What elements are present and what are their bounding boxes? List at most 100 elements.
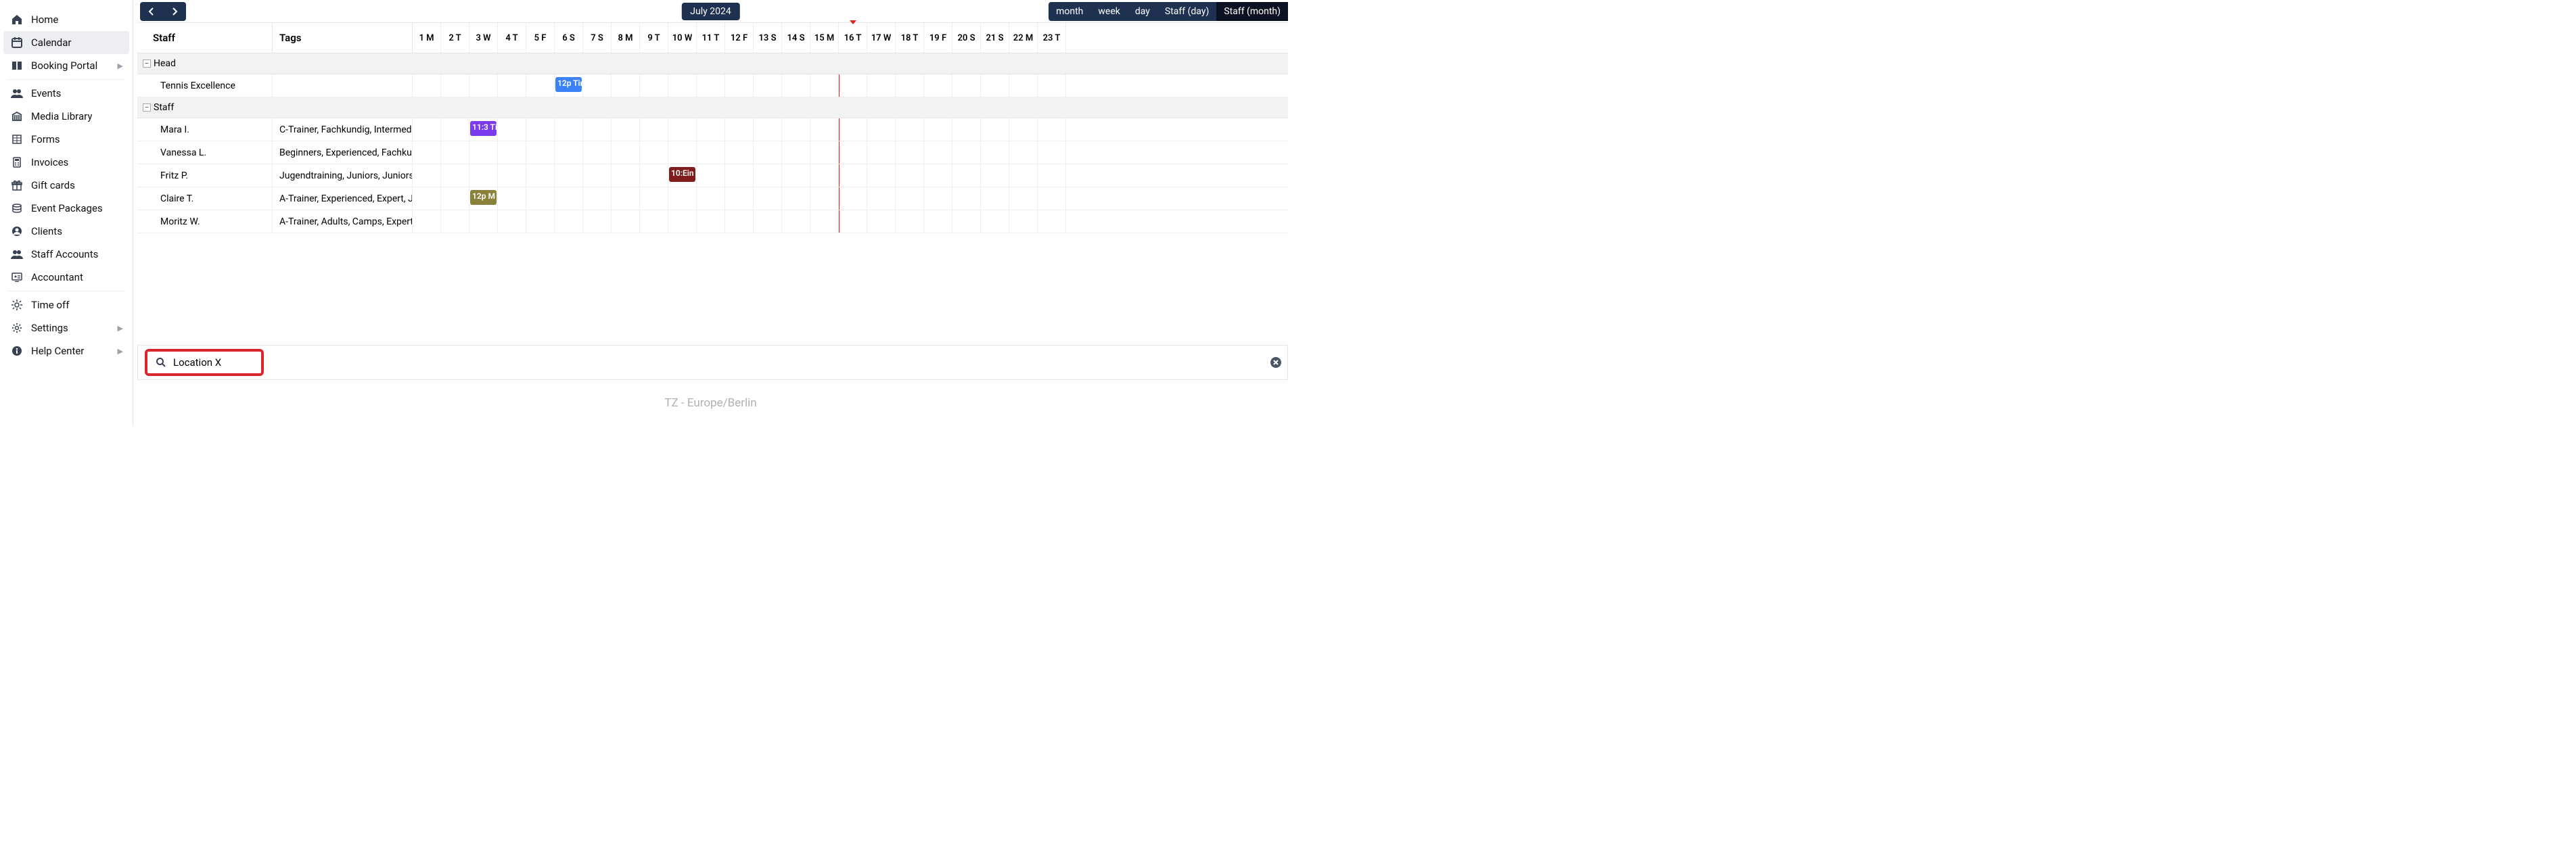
day-cell[interactable] <box>952 141 981 164</box>
group-row-staff[interactable]: −Staff <box>137 97 1288 118</box>
day-cell[interactable] <box>1009 118 1038 141</box>
staff-name-cell[interactable]: Tennis Excellence <box>137 74 273 97</box>
day-cell[interactable] <box>981 74 1009 97</box>
collapse-toggle-icon[interactable]: − <box>143 103 151 112</box>
view-tab-staff-day-[interactable]: Staff (day) <box>1157 2 1216 21</box>
day-cell[interactable] <box>867 187 896 210</box>
day-cell[interactable] <box>1038 74 1066 97</box>
day-cell[interactable] <box>612 210 640 233</box>
day-cell[interactable] <box>867 210 896 233</box>
day-cell[interactable] <box>952 74 981 97</box>
event-chip[interactable]: 12p Tin <box>555 77 582 92</box>
day-cell[interactable] <box>1009 141 1038 164</box>
day-cell[interactable] <box>413 210 441 233</box>
day-cell[interactable] <box>668 187 697 210</box>
day-cell[interactable] <box>697 187 725 210</box>
day-cell[interactable] <box>782 164 810 187</box>
day-cell[interactable] <box>810 118 839 141</box>
day-cell[interactable] <box>1038 118 1066 141</box>
day-cell[interactable] <box>612 141 640 164</box>
day-cell[interactable] <box>441 210 469 233</box>
sidebar-item-booking-portal[interactable]: Booking Portal▶ <box>0 54 133 77</box>
day-cell[interactable] <box>526 164 555 187</box>
day-cell[interactable] <box>810 141 839 164</box>
day-cell[interactable] <box>924 164 952 187</box>
day-cell[interactable] <box>1009 210 1038 233</box>
search-input[interactable] <box>173 356 254 369</box>
sidebar-item-time-off[interactable]: Time off <box>0 293 133 316</box>
day-cell[interactable] <box>1038 141 1066 164</box>
day-cell[interactable] <box>498 187 526 210</box>
day-cell[interactable]: 12p Tin <box>555 74 583 97</box>
day-cell[interactable] <box>952 164 981 187</box>
sidebar-item-settings[interactable]: Settings▶ <box>0 316 133 339</box>
day-cell[interactable] <box>526 187 555 210</box>
day-cell[interactable] <box>413 187 441 210</box>
day-cell[interactable] <box>697 141 725 164</box>
day-cell[interactable] <box>952 187 981 210</box>
day-cell[interactable] <box>498 164 526 187</box>
day-cell[interactable] <box>640 74 668 97</box>
day-cell[interactable] <box>1038 187 1066 210</box>
event-chip[interactable]: 12p M <box>470 190 497 205</box>
day-cell[interactable] <box>555 141 583 164</box>
day-cell[interactable] <box>668 141 697 164</box>
day-cell[interactable] <box>754 210 782 233</box>
day-cell[interactable] <box>498 141 526 164</box>
view-tab-staff-month-[interactable]: Staff (month) <box>1216 2 1288 21</box>
day-cell[interactable] <box>555 210 583 233</box>
staff-name-cell[interactable]: Claire T. <box>137 187 273 210</box>
event-chip[interactable]: 10:Ein <box>669 167 695 182</box>
day-cell[interactable] <box>640 164 668 187</box>
day-cell[interactable] <box>1009 187 1038 210</box>
day-cell[interactable] <box>867 141 896 164</box>
sidebar-item-media-library[interactable]: Media Library <box>0 105 133 128</box>
day-cell[interactable] <box>924 74 952 97</box>
day-cell[interactable] <box>441 118 469 141</box>
sidebar-item-event-packages[interactable]: Event Packages <box>0 197 133 220</box>
day-cell[interactable] <box>896 118 924 141</box>
day-cell[interactable] <box>583 164 612 187</box>
sidebar-item-accountant[interactable]: Accountant <box>0 266 133 289</box>
day-cell[interactable] <box>924 118 952 141</box>
day-cell[interactable] <box>555 164 583 187</box>
day-cell[interactable] <box>952 210 981 233</box>
sidebar-item-home[interactable]: Home <box>0 8 133 31</box>
day-cell[interactable] <box>754 141 782 164</box>
day-cell[interactable] <box>1009 74 1038 97</box>
day-cell[interactable] <box>469 164 498 187</box>
sidebar-item-staff-accounts[interactable]: Staff Accounts <box>0 243 133 266</box>
day-cell[interactable] <box>782 118 810 141</box>
day-cell[interactable] <box>526 141 555 164</box>
day-cell[interactable] <box>413 141 441 164</box>
sidebar-item-clients[interactable]: Clients <box>0 220 133 243</box>
day-cell[interactable] <box>896 164 924 187</box>
day-cell[interactable] <box>697 164 725 187</box>
day-cell[interactable] <box>498 118 526 141</box>
sidebar-item-invoices[interactable]: Invoices <box>0 151 133 174</box>
day-cell[interactable] <box>583 118 612 141</box>
day-cell[interactable] <box>924 141 952 164</box>
sidebar-item-gift-cards[interactable]: Gift cards <box>0 174 133 197</box>
day-cell[interactable] <box>924 210 952 233</box>
day-cell[interactable] <box>640 210 668 233</box>
day-cell[interactable] <box>782 74 810 97</box>
day-cell[interactable] <box>725 187 754 210</box>
day-cell[interactable] <box>441 141 469 164</box>
day-cell[interactable] <box>498 210 526 233</box>
day-cell[interactable] <box>725 141 754 164</box>
day-cell[interactable] <box>839 141 867 164</box>
day-cell[interactable] <box>583 210 612 233</box>
day-cell[interactable] <box>583 187 612 210</box>
day-cell[interactable] <box>782 187 810 210</box>
view-tab-week[interactable]: week <box>1090 2 1127 21</box>
day-cell[interactable] <box>413 74 441 97</box>
day-cell[interactable] <box>583 74 612 97</box>
day-cell[interactable] <box>469 74 498 97</box>
day-cell[interactable] <box>810 210 839 233</box>
view-tab-day[interactable]: day <box>1128 2 1157 21</box>
day-cell[interactable] <box>782 141 810 164</box>
day-cell[interactable] <box>839 74 867 97</box>
day-cell[interactable] <box>725 164 754 187</box>
day-cell[interactable] <box>469 141 498 164</box>
